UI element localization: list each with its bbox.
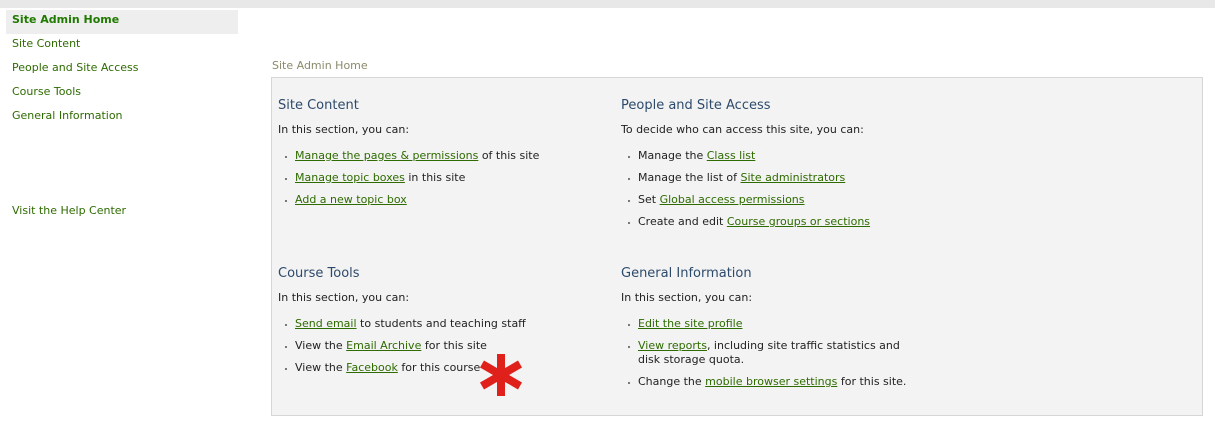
section-intro: To decide who can access this site, you …: [621, 123, 864, 136]
sidebar: Site Admin Home Site Content People and …: [6, 10, 238, 130]
class-list-link[interactable]: Class list: [707, 149, 756, 162]
list-item: Manage the pages & permissions of this s…: [278, 149, 608, 163]
section-course-tools: Course Tools In this section, you can: S…: [278, 266, 608, 383]
item-prefix: Manage the list of: [638, 171, 741, 184]
section-general-information: General Information In this section, you…: [621, 266, 941, 397]
manage-topic-boxes-link[interactable]: Manage topic boxes: [295, 171, 405, 184]
item-suffix: in this site: [404, 171, 466, 184]
add-topic-box-link[interactable]: Add a new topic box: [295, 193, 407, 206]
section-intro: In this section, you can:: [621, 291, 753, 304]
facebook-link[interactable]: Facebook: [346, 361, 398, 374]
section-site-content: Site Content In this section, you can: M…: [278, 98, 608, 215]
list-item: Set Global access permissions: [621, 193, 951, 207]
edit-site-profile-link[interactable]: Edit the site profile: [638, 317, 742, 330]
item-prefix: Change the: [638, 375, 706, 388]
item-suffix: for this site: [421, 339, 487, 352]
send-email-link[interactable]: Send email: [295, 317, 357, 330]
breadcrumb: Site Admin Home: [272, 59, 368, 72]
section-title: General Information: [621, 266, 752, 281]
section-intro: In this section, you can:: [278, 291, 410, 304]
email-archive-link[interactable]: Email Archive: [346, 339, 421, 352]
item-prefix: Set: [638, 193, 660, 206]
sidebar-item-site-admin-home[interactable]: Site Admin Home: [6, 10, 238, 34]
asterisk-icon: [479, 354, 523, 396]
item-suffix: for this course: [397, 361, 481, 374]
list-item: Manage the Class list: [621, 149, 951, 163]
list-item: Change the mobile browser settings for t…: [621, 375, 941, 389]
mobile-browser-settings-link[interactable]: mobile browser settings: [705, 375, 837, 388]
section-title: Course Tools: [278, 266, 360, 281]
list-item: View the Email Archive for this site: [278, 339, 608, 353]
sidebar-item-general-information[interactable]: General Information: [6, 106, 238, 130]
item-prefix: Create and edit: [638, 215, 727, 228]
manage-pages-permissions-link[interactable]: Manage the pages & permissions: [295, 149, 478, 162]
list-item: Add a new topic box: [278, 193, 608, 207]
admin-panel: Site Content In this section, you can: M…: [271, 77, 1203, 416]
list-item: View reports, including site traffic sta…: [621, 339, 921, 367]
list-item: Manage the list of Site administrators: [621, 171, 951, 185]
view-reports-link[interactable]: View reports: [638, 339, 707, 352]
item-suffix: of this site: [478, 149, 540, 162]
item-prefix: View the: [295, 339, 347, 352]
list-item: Send email to students and teaching staf…: [278, 317, 608, 331]
sidebar-item-course-tools[interactable]: Course Tools: [6, 82, 238, 106]
section-people-and-site-access: People and Site Access To decide who can…: [621, 98, 951, 237]
list-item: Create and edit Course groups or section…: [621, 215, 951, 229]
global-access-permissions-link[interactable]: Global access permissions: [660, 193, 805, 206]
section-title: People and Site Access: [621, 98, 771, 113]
sidebar-item-people-and-site-access[interactable]: People and Site Access: [6, 58, 238, 82]
list-item: Manage topic boxes in this site: [278, 171, 608, 185]
section-title: Site Content: [278, 98, 359, 113]
item-prefix: Manage the: [638, 149, 707, 162]
list-item: View the Facebook for this course: [278, 361, 608, 375]
item-suffix: for this site.: [837, 375, 907, 388]
top-bar: [0, 0, 1215, 8]
item-suffix: to students and teaching staff: [356, 317, 526, 330]
site-administrators-link[interactable]: Site administrators: [741, 171, 846, 184]
course-groups-link[interactable]: Course groups or sections: [727, 215, 870, 228]
help-center-link[interactable]: Visit the Help Center: [12, 204, 126, 217]
list-item: Edit the site profile: [621, 317, 941, 331]
sidebar-item-site-content[interactable]: Site Content: [6, 34, 238, 58]
item-prefix: View the: [295, 361, 347, 374]
section-intro: In this section, you can:: [278, 123, 410, 136]
